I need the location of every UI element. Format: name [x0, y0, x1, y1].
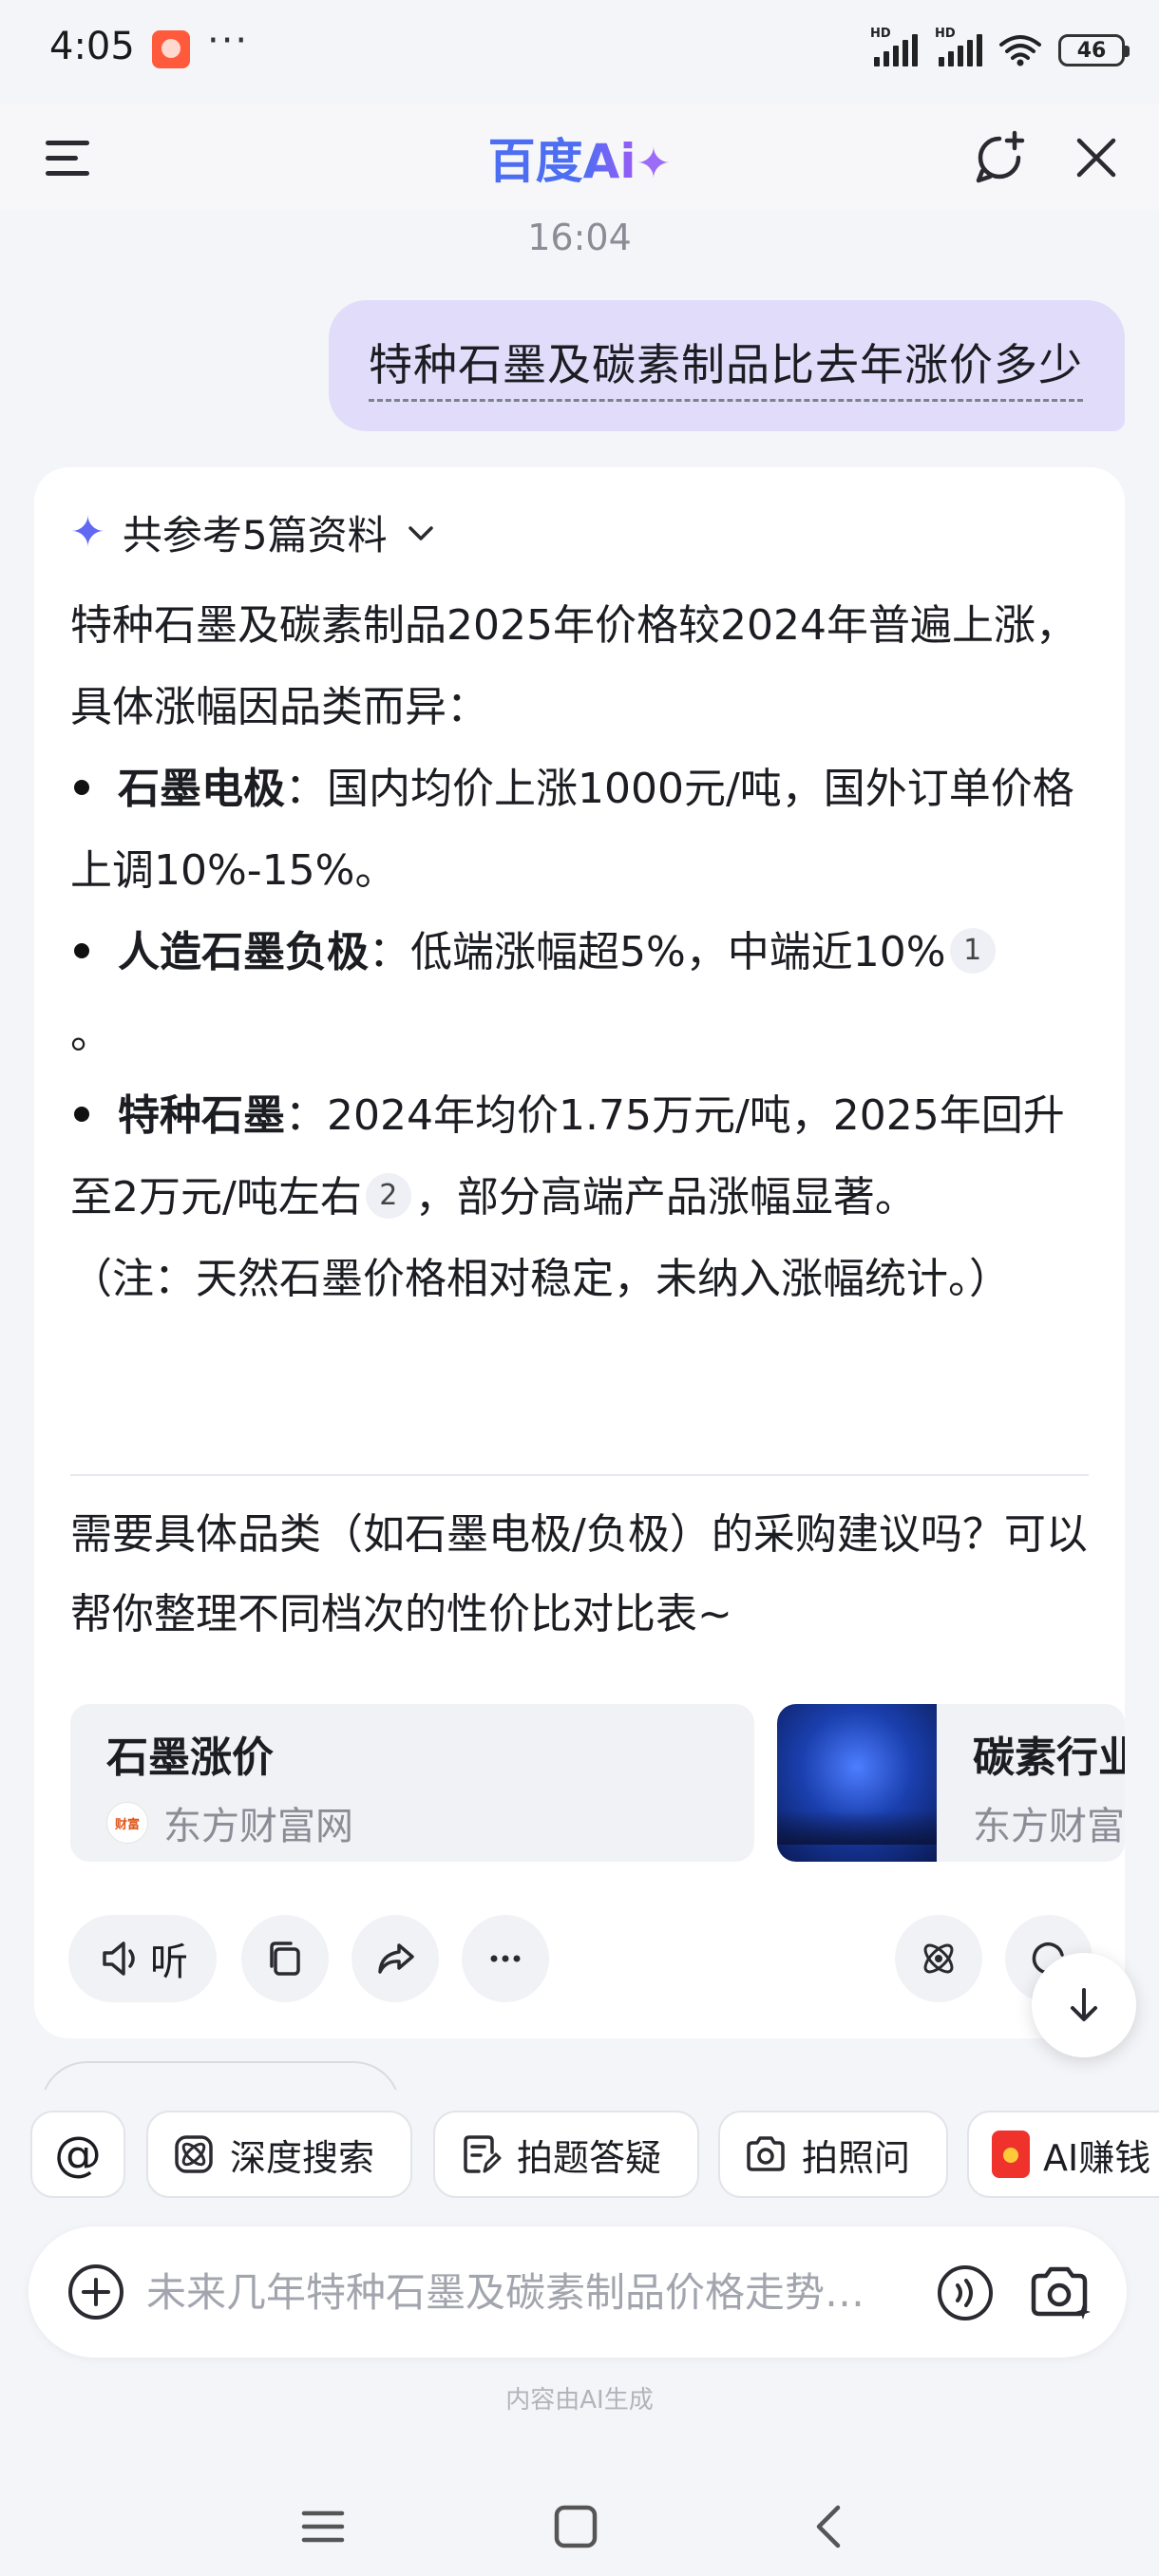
deep-search-label: 深度搜索 — [230, 2136, 375, 2179]
source-card[interactable]: 碳素行业 东方财富网 — [777, 1704, 1125, 1862]
source-card[interactable]: 石墨涨价 财富 东方财富网 — [70, 1704, 754, 1862]
bullet-dot — [74, 943, 89, 958]
bullet-term: 特种石墨 — [118, 1091, 285, 1140]
scroll-to-bottom-button[interactable] — [1032, 1953, 1136, 2057]
answer-body: 特种石墨及碳素制品2025年价格较2024年普遍上涨，具体涨幅因品类而异： 石墨… — [70, 585, 1096, 1320]
source-site: 东方财富网 — [973, 1795, 1125, 1850]
back-icon[interactable] — [798, 2494, 863, 2559]
signal-icon-2: HD — [935, 27, 982, 66]
bullet-term: 人造石墨负极 — [118, 928, 369, 976]
camera-icon — [747, 2136, 785, 2171]
message-timestamp: 16:04 — [527, 217, 632, 258]
wifi-icon — [999, 35, 1041, 66]
photo-ask-label: 拍照问 — [802, 2136, 911, 2179]
bullet-dot — [74, 780, 89, 795]
references-label: 共参考5篇资料 — [122, 512, 388, 559]
bullet-tail: 。 — [70, 1010, 112, 1058]
source-site-name: 东方财富网 — [163, 1805, 353, 1848]
ai-orbit-icon — [923, 1943, 954, 1974]
deep-search-icon — [175, 2135, 213, 2173]
listen-button[interactable]: 听 — [68, 1915, 217, 2002]
system-nav-bar — [0, 2477, 1159, 2576]
arrow-down-icon — [1071, 1988, 1097, 2021]
bullet-text: ：低端涨幅超5%，中端近10% — [369, 928, 946, 976]
answer-note: （注：天然石墨价格相对稳定，未纳入涨幅统计。） — [70, 1255, 1011, 1303]
composer-area: @ 深度搜索 拍题答疑 拍照问 AI赚钱 未来几年特种石墨及碳素制品价格走势… … — [0, 2090, 1159, 2576]
photo-question-chip[interactable]: 拍题答疑 — [433, 2111, 699, 2198]
recent-apps-icon[interactable] — [291, 2494, 355, 2559]
mention-chip[interactable]: @ — [30, 2111, 125, 2198]
top-nav: 百度Ai✦ — [0, 104, 1159, 209]
user-message-text: 特种石墨及碳素制品比去年涨价多少 — [369, 331, 1083, 402]
red-envelope-icon — [992, 2131, 1030, 2178]
photo-question-label: 拍题答疑 — [517, 2136, 662, 2179]
plus-icon[interactable] — [65, 2261, 127, 2323]
voice-icon[interactable] — [935, 2263, 996, 2323]
document-edit-icon — [464, 2135, 502, 2173]
ai-earn-label: AI赚钱 — [1043, 2136, 1151, 2179]
battery-icon: 46 — [1058, 34, 1130, 66]
ai-answer-card: ✦ 共参考5篇资料 特种石墨及碳素制品2025年价格较2024年普遍上涨，具体涨… — [34, 467, 1125, 2038]
bullet-dot — [74, 1107, 89, 1122]
copy-button[interactable] — [241, 1915, 329, 2002]
at-icon: @ — [54, 2127, 102, 2182]
answer-bullet: 人造石墨负极：低端涨幅超5%，中端近10% 1 。 — [70, 912, 1096, 1075]
deep-search-chip[interactable]: 深度搜索 — [146, 2111, 412, 2198]
signal-hd-label-2: HD — [935, 27, 956, 41]
more-button[interactable] — [462, 1915, 549, 2002]
speaker-icon — [103, 1941, 135, 1976]
answer-bullet: 特种石墨：2024年均价1.75万元/吨，2025年回升至2万元/吨左右 2 ，部分… — [70, 1075, 1096, 1239]
app-notification-icon — [152, 30, 190, 68]
battery-level: 46 — [1076, 38, 1107, 63]
source-site: 财富 东方财富网 — [106, 1795, 353, 1850]
status-bar: 4:05 ··· HD HD 46 — [0, 0, 1159, 104]
citation-badge[interactable]: 1 — [949, 928, 996, 974]
share-icon — [378, 1943, 414, 1974]
sparkle-icon: ✦ — [70, 508, 105, 557]
copy-icon — [270, 1941, 300, 1976]
source-site-name: 东方财富网 — [973, 1805, 1125, 1848]
more-notifications-icon: ··· — [207, 19, 250, 63]
page: 4:05 ··· HD HD 46 百度Ai✦ 16:04 特种石墨及碳素制品比… — [0, 0, 1159, 2576]
signal-hd-label: HD — [870, 27, 891, 41]
home-icon[interactable] — [543, 2494, 608, 2559]
chat-input[interactable] — [146, 2259, 944, 2325]
followup-question: 需要具体品类（如石墨电极/负极）的采购建议吗？可以帮你整理不同档次的性价比对比表… — [70, 1510, 1088, 1638]
input-bar — [28, 2226, 1127, 2358]
bullet-term: 石墨电极 — [118, 765, 285, 813]
share-button[interactable] — [352, 1915, 439, 2002]
photo-ask-chip[interactable]: 拍照问 — [718, 2111, 948, 2198]
signal-icon: HD — [870, 27, 918, 66]
listen-label: 听 — [150, 1941, 188, 1984]
source-logo-icon: 财富 — [106, 1802, 148, 1844]
divider — [70, 1474, 1089, 1476]
source-title: 石墨涨价 — [106, 1733, 274, 1782]
ai-earn-chip[interactable]: AI赚钱 — [967, 2111, 1159, 2198]
chevron-down-icon — [408, 525, 433, 540]
source-title: 碳素行业 — [973, 1733, 1125, 1782]
citation-badge[interactable]: 2 — [365, 1173, 411, 1219]
brand-spark: ✦ — [636, 140, 672, 188]
close-icon[interactable] — [1068, 129, 1125, 186]
brand-ai: Ai — [582, 134, 636, 189]
more-icon — [490, 1955, 521, 1962]
status-time: 4:05 — [49, 25, 135, 68]
source-thumbnail — [777, 1704, 937, 1862]
status-indicators: HD HD 46 — [870, 27, 1130, 72]
ai-assistant-button[interactable] — [895, 1915, 982, 2002]
answer-intro: 特种石墨及碳素制品2025年价格较2024年普遍上涨，具体涨幅因品类而异： — [70, 601, 1077, 731]
answer-bullet: 石墨电极：国内均价上涨1000元/吨，国外订单价格上调10%-15%。 — [70, 748, 1096, 912]
ai-camera-icon[interactable] — [1026, 2259, 1094, 2327]
bullet-tail: ，部分高端产品涨幅显著。 — [414, 1173, 917, 1222]
ai-disclaimer: 内容由AI生成 — [505, 2386, 654, 2415]
new-chat-icon[interactable] — [971, 129, 1028, 186]
user-message-bubble[interactable]: 特种石墨及碳素制品比去年涨价多少 — [329, 300, 1125, 431]
brand-main: 百度 — [487, 134, 583, 189]
references-toggle[interactable]: ✦ 共参考5篇资料 — [70, 503, 437, 561]
